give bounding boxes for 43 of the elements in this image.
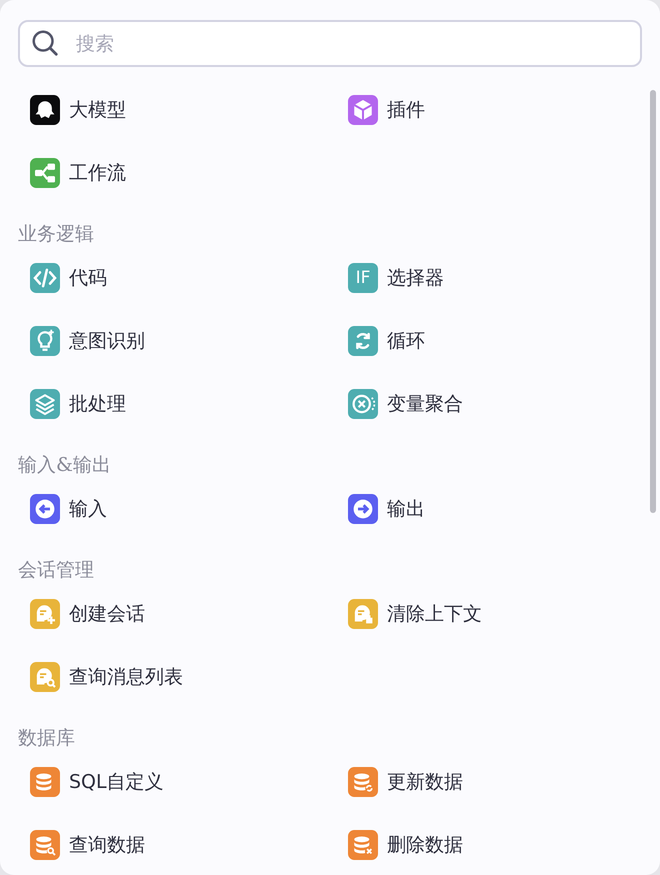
section-title: 数据库 [18,726,75,750]
node-item[interactable]: 插件 [336,78,636,141]
node-item[interactable]: 批处理 [18,372,336,435]
section-title: 业务逻辑 [18,222,94,246]
node-item[interactable]: IF 选择器 [336,246,636,309]
scrollbar[interactable] [650,90,656,513]
node-item[interactable]: 循环 [336,309,636,372]
node-item[interactable]: 大模型 [18,78,336,141]
node-item[interactable]: 查询消息列表 [18,645,336,708]
database-search-icon [30,830,60,860]
node-item[interactable]: 输入 [18,477,336,540]
node-item[interactable]: 创建会话 [18,582,336,645]
section-title: 输入&输出 [18,453,111,477]
database-refresh-icon [348,766,378,796]
variable-icon [348,388,378,418]
search-icon [30,28,60,58]
chat-clear-icon [348,598,378,628]
node-item[interactable]: SQL自定义 [18,750,336,813]
node-item[interactable]: 输出 [336,477,636,540]
node-item[interactable]: 更新数据 [336,750,636,813]
node-item[interactable]: 意图识别 [18,309,336,372]
section-title: 会话管理 [18,558,94,582]
database-delete-icon [348,830,378,860]
arrow-left-icon [30,494,60,524]
layers-icon [30,388,60,418]
code-icon [30,262,60,292]
flowchart-icon [30,158,60,188]
logic-badge: IF [348,262,378,292]
loop-icon [348,326,378,356]
node-item[interactable]: 工作流 [18,141,336,204]
node-item[interactable]: 清除上下文 [336,582,636,645]
arrow-right-icon [348,494,378,524]
chat-search-icon [30,662,60,692]
chat-add-icon [30,598,60,628]
lightbulb-icon [30,326,60,356]
cube-icon [348,94,378,124]
ghost-icon [30,94,60,124]
node-item[interactable]: 代码 [18,246,336,309]
node-item[interactable]: 变量聚合 [336,372,636,435]
node-item[interactable]: 查询数据 [18,813,336,875]
node-item[interactable]: 删除数据 [336,813,636,875]
database-icon [30,766,60,796]
search-field[interactable]: 搜索 [18,20,642,67]
